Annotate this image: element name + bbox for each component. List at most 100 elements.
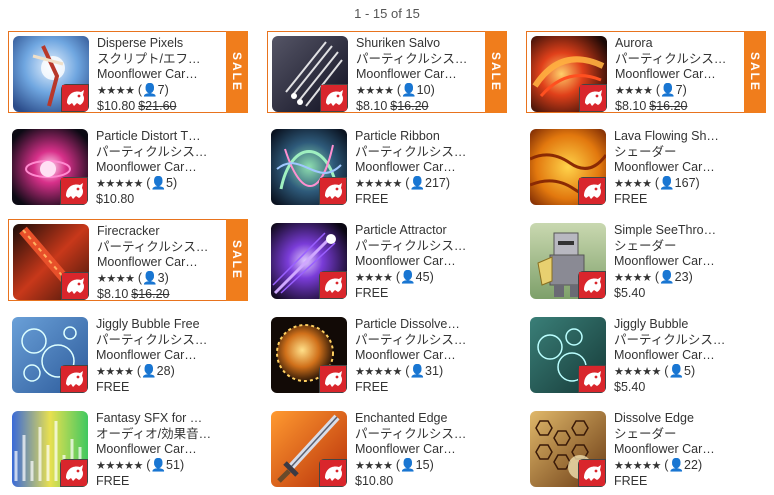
asset-card[interactable]: Particle Attractor パーティクルシス… Moonflower Ca… — [267, 219, 505, 300]
asset-thumbnail[interactable] — [530, 223, 606, 299]
asset-title[interactable]: Fantasy SFX for … — [96, 411, 224, 427]
asset-category[interactable]: パーティクルシス… — [355, 145, 483, 161]
asset-publisher[interactable]: Moonflower Car… — [614, 348, 742, 364]
asset-publisher[interactable]: Moonflower Car… — [96, 348, 224, 364]
asset-category[interactable]: パーティクルシス… — [615, 52, 743, 68]
asset-category[interactable]: パーティクルシス… — [356, 52, 484, 68]
asset-category[interactable]: シェーダー — [614, 145, 742, 161]
asset-publisher[interactable]: Moonflower Car… — [355, 442, 483, 458]
asset-thumbnail[interactable] — [272, 36, 348, 112]
current-price: FREE — [614, 192, 648, 207]
asset-category[interactable]: パーティクルシス… — [614, 333, 742, 349]
asset-publisher[interactable]: Moonflower Car… — [355, 348, 483, 364]
asset-card[interactable]: Aurora パーティクルシス… Moonflower Car… ★★★★ (👤7) $… — [526, 31, 766, 113]
asset-title[interactable]: Jiggly Bubble — [614, 317, 742, 333]
asset-publisher[interactable]: Moonflower Car… — [96, 442, 224, 458]
asset-category[interactable]: シェーダー — [614, 427, 742, 443]
asset-title[interactable]: Enchanted Edge — [355, 411, 483, 427]
asset-thumbnail[interactable] — [13, 224, 89, 300]
asset-card[interactable]: Particle Distort T… パーティクルシス… Moonflower C… — [8, 125, 246, 207]
current-price: $10.80 — [355, 474, 394, 489]
asset-thumbnail[interactable] — [530, 411, 606, 487]
asset-category[interactable]: パーティクルシス… — [97, 240, 225, 256]
asset-title[interactable]: Particle Attractor — [355, 223, 483, 239]
asset-price: $10.80 $21.60 — [97, 99, 225, 115]
current-price: FREE — [355, 380, 389, 395]
original-price: $16.20 — [649, 99, 688, 114]
rating-stars: ★★★★★ — [614, 459, 661, 472]
rating-stars: ★★★★ — [614, 177, 652, 190]
asset-rating: ★★★★★ (👤5) — [614, 363, 696, 378]
rating-count: 23 — [674, 269, 689, 284]
asset-card[interactable]: Simple SeeThro… シェーダー Moonflower Car… ★★★★ … — [526, 219, 764, 302]
asset-price: $5.40 — [614, 286, 742, 302]
asset-card[interactable]: Fantasy SFX for … オーディオ/効果音… Moonflower Ca… — [8, 407, 246, 490]
asset-title[interactable]: Jiggly Bubble Free — [96, 317, 224, 333]
asset-category[interactable]: パーティクルシス… — [96, 333, 224, 349]
asset-publisher[interactable]: Moonflower Car… — [615, 67, 743, 83]
asset-thumbnail[interactable] — [271, 129, 347, 205]
asset-card[interactable]: Shuriken Salvo パーティクルシス… Moonflower Car… ★★… — [267, 31, 507, 113]
asset-title[interactable]: Dissolve Edge — [614, 411, 742, 427]
asset-thumbnail[interactable] — [531, 36, 607, 112]
asset-card[interactable]: Jiggly Bubble Free パーティクルシス… Moonflower Ca… — [8, 313, 246, 394]
asset-title[interactable]: Lava Flowing Sh… — [614, 129, 742, 145]
asset-category[interactable]: スクリプト/エフ… — [97, 52, 225, 68]
asset-card[interactable]: Particle Ribbon パーティクルシス… Moonflower Car… ★… — [267, 125, 505, 206]
asset-card[interactable]: Enchanted Edge パーティクルシス… Moonflower Car… ★★… — [267, 407, 505, 489]
asset-publisher[interactable]: Moonflower Car… — [614, 254, 742, 270]
current-price: $10.80 — [96, 192, 135, 207]
asset-publisher[interactable]: Moonflower Car… — [614, 442, 742, 458]
publisher-logo-icon — [320, 84, 348, 112]
asset-category[interactable]: パーティクルシス… — [355, 239, 483, 255]
asset-publisher[interactable]: Moonflower Car… — [356, 67, 484, 83]
asset-title[interactable]: Particle Dissolve… — [355, 317, 483, 333]
asset-thumbnail[interactable] — [271, 223, 347, 299]
asset-title[interactable]: Simple SeeThro… — [614, 223, 742, 239]
asset-card[interactable]: Firecracker パーティクルシス… Moonflower Car… ★★★★ … — [8, 219, 248, 301]
original-price: $21.60 — [138, 99, 177, 114]
asset-publisher[interactable]: Moonflower Car… — [96, 160, 224, 176]
asset-price: FREE — [96, 474, 224, 490]
asset-publisher[interactable]: Moonflower Car… — [97, 67, 225, 83]
asset-rating: ★★★★★ (👤31) — [355, 363, 444, 378]
asset-publisher[interactable]: Moonflower Car… — [614, 160, 742, 176]
asset-title[interactable]: Particle Ribbon — [355, 129, 483, 145]
asset-publisher[interactable]: Moonflower Car… — [355, 254, 483, 270]
asset-category[interactable]: パーティクルシス… — [355, 333, 483, 349]
asset-title[interactable]: Disperse Pixels — [97, 36, 225, 52]
asset-price: $8.10 $16.20 — [615, 99, 743, 115]
publisher-logo-icon — [578, 459, 606, 487]
asset-title[interactable]: Particle Distort T… — [96, 129, 224, 145]
asset-card[interactable]: Dissolve Edge シェーダー Moonflower Car… ★★★★★ (… — [526, 407, 764, 488]
asset-title[interactable]: Aurora — [615, 36, 743, 52]
publisher-logo-icon — [578, 177, 606, 205]
asset-category[interactable]: オーディオ/効果音… — [96, 427, 224, 443]
asset-title[interactable]: Shuriken Salvo — [356, 36, 484, 52]
asset-thumbnail[interactable] — [12, 129, 88, 205]
asset-category[interactable]: シェーダー — [614, 239, 742, 255]
asset-category[interactable]: パーティクルシス… — [96, 145, 224, 161]
asset-thumbnail[interactable] — [530, 129, 606, 205]
asset-card[interactable]: Disperse Pixels スクリプト/エフ… Moonflower Car… ★… — [8, 31, 248, 113]
asset-thumbnail[interactable] — [271, 411, 347, 487]
publisher-logo-icon — [61, 272, 89, 300]
asset-category[interactable]: パーティクルシス… — [355, 427, 483, 443]
asset-rating: ★★★★ (👤7) — [97, 82, 169, 97]
asset-thumbnail[interactable] — [12, 317, 88, 393]
sale-label: SALE — [230, 239, 244, 281]
asset-card[interactable]: Jiggly Bubble パーティクルシス… Moonflower Car… ★★★… — [526, 313, 764, 396]
asset-card[interactable]: Particle Dissolve… パーティクルシス… Moonflower Ca… — [267, 313, 505, 395]
publisher-logo-icon — [578, 271, 606, 299]
asset-thumbnail[interactable] — [13, 36, 89, 112]
asset-title[interactable]: Firecracker — [97, 224, 225, 240]
asset-thumbnail[interactable] — [271, 317, 347, 393]
rating-count: 15 — [415, 457, 430, 472]
asset-thumbnail[interactable] — [12, 411, 88, 487]
asset-thumbnail[interactable] — [530, 317, 606, 393]
asset-publisher[interactable]: Moonflower Car… — [355, 160, 483, 176]
rating-count: 5 — [166, 175, 173, 190]
asset-card[interactable]: Lava Flowing Sh… シェーダー Moonflower Car… ★★★★… — [526, 125, 764, 207]
asset-publisher[interactable]: Moonflower Car… — [97, 255, 225, 271]
asset-price: $5.40 — [614, 380, 742, 396]
